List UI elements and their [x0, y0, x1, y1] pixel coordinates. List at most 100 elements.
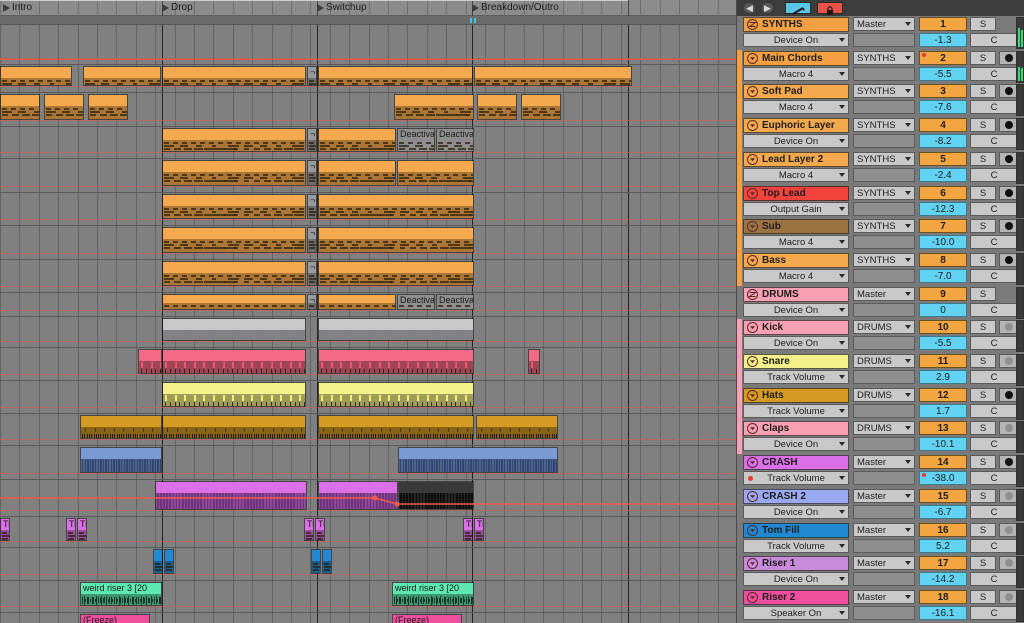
crossfade-assign-button[interactable]: C [970, 303, 1018, 317]
arrangement-clip[interactable]: (Freeze) [80, 614, 150, 623]
track-number-box[interactable]: 10 [919, 320, 967, 334]
track-lane[interactable] [0, 93, 736, 127]
crossfade-assign-button[interactable]: C [970, 67, 1018, 81]
arrangement-clip[interactable] [322, 549, 332, 574]
secondary-routing-selector[interactable] [853, 539, 915, 553]
chevron-down-icon[interactable] [746, 592, 759, 603]
solo-button[interactable]: S [970, 152, 996, 166]
mixer-track-row[interactable]: Main Chords Macro 4 SYNTHS 2 -5.5 S C [737, 50, 1024, 84]
device-parameter-selector[interactable]: Macro 4 [743, 235, 849, 249]
output-routing-selector[interactable]: Master [853, 287, 915, 301]
crossfade-assign-button[interactable]: C [970, 404, 1018, 418]
chevron-down-icon[interactable] [746, 423, 759, 434]
chevron-down-icon[interactable] [746, 120, 759, 131]
crossfade-assign-button[interactable]: C [970, 33, 1018, 47]
arrangement-clip[interactable] [318, 318, 474, 341]
track-volume-box[interactable]: -7.0 [919, 269, 967, 283]
secondary-routing-selector[interactable] [853, 572, 915, 586]
track-volume-box[interactable]: -14.2 [919, 572, 967, 586]
output-routing-selector[interactable]: DRUMS [853, 388, 915, 402]
output-routing-selector[interactable]: SYNTHS [853, 152, 915, 166]
track-volume-box[interactable]: -38.0 [919, 471, 967, 485]
track-volume-box[interactable]: -10.0 [919, 235, 967, 249]
scrub-bar[interactable] [0, 16, 736, 25]
solo-button[interactable]: S [970, 287, 996, 301]
arrangement-clip[interactable]: Deactiva [397, 294, 435, 310]
arrangement-clip[interactable] [318, 66, 473, 86]
device-parameter-selector[interactable]: Device On [743, 303, 849, 317]
output-routing-selector[interactable]: Master [853, 17, 915, 31]
group-fold-icon[interactable] [746, 19, 759, 30]
chevron-down-icon[interactable] [746, 356, 759, 367]
mixer-track-row[interactable]: SYNTHS Device On Master 1 -1.3 S C [737, 16, 1024, 50]
device-parameter-selector[interactable]: Device On [743, 33, 849, 47]
timeline-ruler[interactable]: Intro Drop Switchup Breakdown/Outro [0, 0, 736, 16]
chevron-down-icon[interactable] [746, 255, 759, 266]
secondary-routing-selector[interactable] [853, 471, 915, 485]
crossfade-assign-button[interactable]: C [970, 269, 1018, 283]
track-volume-box[interactable]: -10.1 [919, 437, 967, 451]
track-lane[interactable] [0, 548, 736, 581]
track-number-box[interactable]: 14 [919, 455, 967, 469]
arrangement-clip[interactable]: Tr [77, 518, 87, 541]
arrangement-clip[interactable] [164, 549, 174, 574]
crossfade-assign-button[interactable]: C [970, 370, 1018, 384]
secondary-routing-selector[interactable] [853, 437, 915, 451]
chevron-down-icon[interactable] [746, 322, 759, 333]
output-routing-selector[interactable]: SYNTHS [853, 118, 915, 132]
track-number-box[interactable]: 18 [919, 590, 967, 604]
chevron-down-icon[interactable] [746, 457, 759, 468]
output-routing-selector[interactable]: SYNTHS [853, 186, 915, 200]
solo-button[interactable]: S [970, 590, 996, 604]
secondary-routing-selector[interactable] [853, 100, 915, 114]
mixer-track-row[interactable]: Bass Macro 4 SYNTHS 8 -7.0 S C [737, 252, 1024, 286]
track-number-box[interactable]: 11 [919, 354, 967, 368]
solo-button[interactable]: S [970, 421, 996, 435]
track-volume-box[interactable]: -1.3 [919, 33, 967, 47]
crossfade-assign-button[interactable]: C [970, 168, 1018, 182]
track-name-kick[interactable]: Kick [743, 320, 849, 335]
crossfade-assign-button[interactable]: C [970, 572, 1018, 586]
arrangement-clip[interactable] [318, 194, 474, 219]
solo-button[interactable]: S [970, 489, 996, 503]
arrangement-clip[interactable]: weird riser 3 [20 [80, 582, 162, 606]
mixer-track-row[interactable]: Lead Layer 2 Macro 4 SYNTHS 5 -2.4 S C [737, 151, 1024, 185]
chevron-down-icon[interactable] [746, 558, 759, 569]
arrangement-clip[interactable]: Tr [315, 518, 325, 541]
mixer-track-row[interactable]: Sub Macro 4 SYNTHS 7 -10.0 S C [737, 218, 1024, 252]
device-parameter-selector[interactable]: Device On [743, 134, 849, 148]
mixer-track-row[interactable]: Kick Device On DRUMS 10 -5.5 S C [737, 319, 1024, 353]
chevron-down-icon[interactable] [746, 188, 759, 199]
device-parameter-selector[interactable]: Track Volume [743, 539, 849, 553]
track-lane[interactable] [0, 381, 736, 414]
device-parameter-selector[interactable]: Macro 4 [743, 269, 849, 283]
secondary-routing-selector[interactable] [853, 606, 915, 620]
track-name-claps[interactable]: Claps [743, 421, 849, 436]
output-routing-selector[interactable]: SYNTHS [853, 84, 915, 98]
arrangement-clip[interactable] [476, 415, 558, 439]
solo-button[interactable]: S [970, 84, 996, 98]
arrangement-clip[interactable] [162, 66, 306, 86]
output-routing-selector[interactable]: DRUMS [853, 354, 915, 368]
arrangement-clip[interactable] [318, 481, 398, 510]
chevron-down-icon[interactable] [746, 390, 759, 401]
arrangement-clip[interactable]: Tr [474, 518, 484, 541]
secondary-routing-selector[interactable] [853, 370, 915, 384]
track-volume-box[interactable]: -5.5 [919, 67, 967, 81]
track-number-box[interactable]: 8 [919, 253, 967, 267]
arrangement-clip[interactable]: Deactiva [436, 128, 474, 152]
arrangement-clip[interactable] [318, 294, 396, 310]
track-lane[interactable] [0, 414, 736, 446]
track-name-tom-fill[interactable]: Tom Fill [743, 523, 849, 538]
track-lane[interactable]: (Freeze) (Freeze) [0, 613, 736, 623]
track-number-box[interactable]: 1 [919, 17, 967, 31]
crossfade-assign-button[interactable]: C [970, 235, 1018, 249]
track-name-riser-1[interactable]: Riser 1 [743, 556, 849, 571]
arrangement-clip[interactable]: ¬ [307, 66, 317, 86]
track-lane[interactable]: ¬ Deactiva Deactiva [0, 127, 736, 159]
arrangement-clip[interactable] [474, 66, 632, 86]
track-lane[interactable]: TrTrTrTrTrTrTr [0, 517, 736, 548]
device-parameter-selector[interactable]: Device On [743, 505, 849, 519]
track-volume-box[interactable]: -7.6 [919, 100, 967, 114]
track-lane[interactable]: ¬ [0, 193, 736, 226]
